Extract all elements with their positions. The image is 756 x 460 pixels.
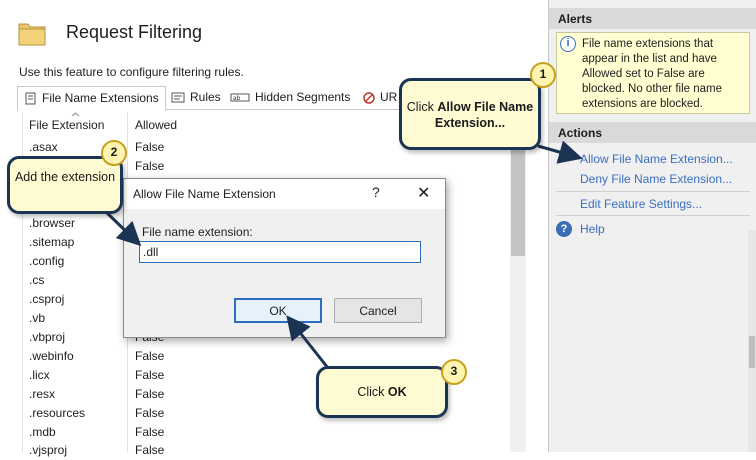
step-badge-2: 2 xyxy=(101,140,127,166)
table-row-extension[interactable]: .webinfo xyxy=(29,347,74,366)
tab-label: UR xyxy=(380,90,398,104)
extension-field-label: File name extension: xyxy=(142,225,253,239)
step-badge-1: 1 xyxy=(530,62,556,88)
url-icon xyxy=(363,92,375,104)
alert-text: File name extensions that appear in the … xyxy=(582,38,722,110)
tab-label: File Name Extensions xyxy=(42,91,159,105)
column-header-allowed[interactable]: Allowed xyxy=(135,118,177,132)
callout-bold-text: OK xyxy=(387,385,407,399)
table-row-allowed[interactable]: False xyxy=(135,385,164,404)
table-row-allowed[interactable]: False xyxy=(135,404,164,423)
tab-label: Hidden Segments xyxy=(255,90,351,104)
dialog-title: Allow File Name Extension xyxy=(133,187,276,201)
table-row-allowed[interactable]: False xyxy=(135,441,164,460)
callout-step-1: Click Allow File Name Extension... xyxy=(399,78,541,150)
table-row-allowed[interactable]: False xyxy=(135,138,164,157)
callout-text: Add the extension xyxy=(14,170,116,184)
dialog-close-button[interactable]: ✕ xyxy=(417,183,430,203)
dialog-help-button[interactable]: ? xyxy=(372,184,380,200)
ok-button[interactable]: OK xyxy=(234,298,322,323)
table-row-allowed[interactable]: False xyxy=(135,423,164,442)
edit-feature-settings-link[interactable]: Edit Feature Settings... xyxy=(580,197,702,211)
table-row-extension[interactable]: .vjsproj xyxy=(29,441,67,460)
actions-divider xyxy=(556,215,750,216)
step-badge-3: 3 xyxy=(441,359,467,385)
pane-scrollbar-thumb[interactable] xyxy=(749,336,755,368)
table-row-extension[interactable]: .browser xyxy=(29,214,75,233)
callout-step-3: Click OK xyxy=(316,366,448,418)
callout-bold-text: Allow File Name Extension... xyxy=(434,100,534,130)
table-row-extension[interactable]: .resx xyxy=(29,385,55,404)
table-row-extension[interactable]: .vb xyxy=(29,309,45,328)
table-row-allowed[interactable]: False xyxy=(135,366,164,385)
sort-chevron-icon xyxy=(71,112,80,117)
tab-hidden-segments[interactable]: ab Hidden Segments xyxy=(224,86,356,110)
table-row-allowed[interactable]: False xyxy=(135,157,164,176)
extension-input[interactable] xyxy=(139,241,421,263)
callout-text: Click xyxy=(357,385,388,399)
tab-label: Rules xyxy=(190,90,221,104)
tab-rules[interactable]: Rules xyxy=(165,86,227,110)
allow-extension-link[interactable]: Allow File Name Extension... xyxy=(580,152,733,166)
table-row-extension[interactable]: .licx xyxy=(29,366,50,385)
actions-divider xyxy=(556,191,750,192)
actions-heading: Actions xyxy=(549,122,756,143)
table-row-extension[interactable]: .config xyxy=(29,252,64,271)
table-row-extension[interactable]: .resources xyxy=(29,404,85,423)
table-row-extension[interactable]: .csproj xyxy=(29,290,64,309)
table-row-allowed[interactable]: False xyxy=(135,347,164,366)
cancel-button[interactable]: Cancel xyxy=(334,298,422,323)
column-header-file-extension[interactable]: File Extension xyxy=(29,118,104,132)
file-extensions-icon xyxy=(25,92,36,105)
folder-icon xyxy=(18,23,46,46)
help-icon[interactable]: ? xyxy=(556,221,572,237)
table-row-extension[interactable]: .mdb xyxy=(29,423,56,442)
hidden-segments-icon: ab xyxy=(230,93,250,102)
tab-file-name-extensions[interactable]: File Name Extensions xyxy=(17,86,166,111)
svg-text:ab: ab xyxy=(233,95,241,102)
table-row-extension[interactable]: .sitemap xyxy=(29,233,74,252)
alerts-heading: Alerts xyxy=(549,8,756,29)
callout-step-2: Add the extension xyxy=(7,156,123,214)
info-icon: i xyxy=(560,36,576,52)
page-description: Use this feature to configure filtering … xyxy=(19,65,244,79)
callout-text: Click xyxy=(406,100,438,114)
tab-url[interactable]: UR xyxy=(357,86,403,110)
table-row-extension[interactable]: .cs xyxy=(29,271,44,290)
deny-extension-link[interactable]: Deny File Name Extension... xyxy=(580,172,732,186)
table-row-extension[interactable]: .vbproj xyxy=(29,328,65,347)
rules-icon xyxy=(171,92,185,103)
table-row-extension[interactable]: .asax xyxy=(29,138,58,157)
help-link[interactable]: Help xyxy=(580,222,605,236)
page-title: Request Filtering xyxy=(66,22,203,42)
